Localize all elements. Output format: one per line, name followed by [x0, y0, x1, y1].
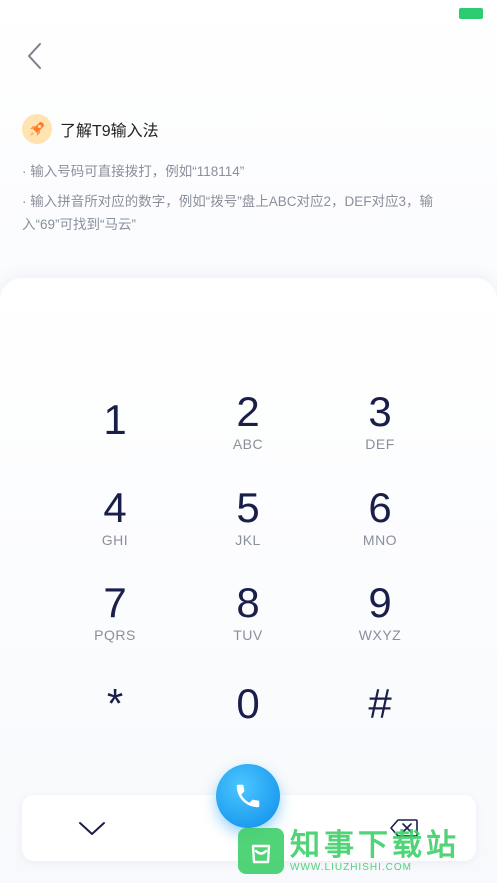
- key-0[interactable]: 0: [188, 662, 308, 748]
- key-letters: DEF: [365, 436, 395, 452]
- key-letters: MNO: [362, 532, 398, 548]
- key-letters: GHI: [101, 532, 129, 548]
- chevron-left-icon: [28, 43, 41, 69]
- key-digit: 9: [368, 579, 392, 626]
- t9-title: 了解T9输入法: [60, 123, 159, 140]
- watermark-title: 知事下载站: [290, 828, 460, 862]
- key-digit: *: [106, 680, 124, 727]
- key-letters: PQRS: [94, 627, 136, 643]
- battery-icon: [459, 8, 483, 19]
- watermark-url: WWW.LIUZHISHI.COM: [290, 861, 412, 873]
- key-hash[interactable]: #: [320, 662, 440, 748]
- call-button[interactable]: [216, 764, 280, 828]
- key-5[interactable]: 5 JKL: [188, 474, 308, 560]
- key-letters: JKL: [235, 532, 261, 548]
- key-digit: 3: [368, 388, 392, 435]
- key-letters: ABC: [232, 436, 264, 452]
- key-7[interactable]: 7 PQRS: [55, 569, 175, 655]
- rocket-icon: [22, 114, 52, 144]
- key-letters: TUV: [233, 627, 263, 643]
- key-digit: 7: [103, 579, 127, 626]
- key-3[interactable]: 3 DEF: [320, 378, 440, 464]
- t9-tip-dial: · 输入号码可直接拨打，例如“118114”: [22, 164, 245, 179]
- watermark-logo: 知事下载站 WWW.LIUZHISHI.COM: [238, 828, 460, 874]
- key-letters: WXYZ: [358, 627, 402, 643]
- shopping-bag-icon: [238, 828, 284, 874]
- key-digit: 6: [368, 484, 392, 531]
- key-4[interactable]: 4 GHI: [55, 474, 175, 560]
- key-star[interactable]: *: [55, 662, 175, 748]
- key-digit: 1: [103, 396, 127, 443]
- key-2[interactable]: 2 ABC: [188, 378, 308, 464]
- t9-help-header[interactable]: 了解T9输入法: [22, 114, 159, 144]
- collapse-keypad-button[interactable]: [72, 812, 112, 844]
- key-1[interactable]: 1: [55, 378, 175, 464]
- key-digit: #: [368, 680, 392, 727]
- chevron-down-icon: [79, 822, 105, 835]
- key-digit: 2: [236, 388, 260, 435]
- key-digit: 0: [236, 680, 260, 727]
- key-8[interactable]: 8 TUV: [188, 569, 308, 655]
- key-digit: 8: [236, 579, 260, 626]
- back-button[interactable]: [22, 40, 46, 72]
- key-6[interactable]: 6 MNO: [320, 474, 440, 560]
- key-digit: 5: [236, 484, 260, 531]
- t9-tip-pinyin: · 输入拼音所对应的数字，例如“拨号”盘上ABC对应2，DEF对应3，输入“69…: [22, 194, 434, 232]
- phone-icon: [236, 784, 260, 808]
- key-9[interactable]: 9 WXYZ: [320, 569, 440, 655]
- key-digit: 4: [103, 484, 127, 531]
